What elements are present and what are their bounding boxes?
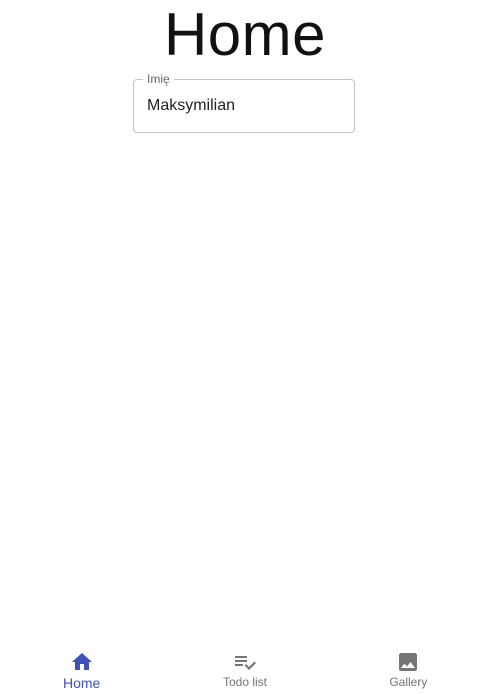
name-field[interactable]: Imię <box>133 72 355 133</box>
nav-item-todo-list[interactable]: Todo list <box>163 638 326 694</box>
name-input[interactable] <box>147 80 342 132</box>
playlist-check-icon <box>234 656 256 670</box>
nav-item-gallery[interactable]: Gallery <box>327 638 490 694</box>
bottom-navigation: Home Todo list Gallery <box>0 638 490 694</box>
page-title: Home <box>163 1 327 68</box>
home-icon <box>71 653 92 670</box>
nav-item-todo-list-label: Todo list <box>222 675 267 689</box>
nav-item-home[interactable]: Home <box>0 638 163 694</box>
image-icon <box>399 653 418 671</box>
nav-item-home-label: Home <box>62 675 101 691</box>
app-root: Home Imię Home Todo list Gallery <box>0 0 490 694</box>
nav-item-gallery-label: Gallery <box>389 675 428 689</box>
